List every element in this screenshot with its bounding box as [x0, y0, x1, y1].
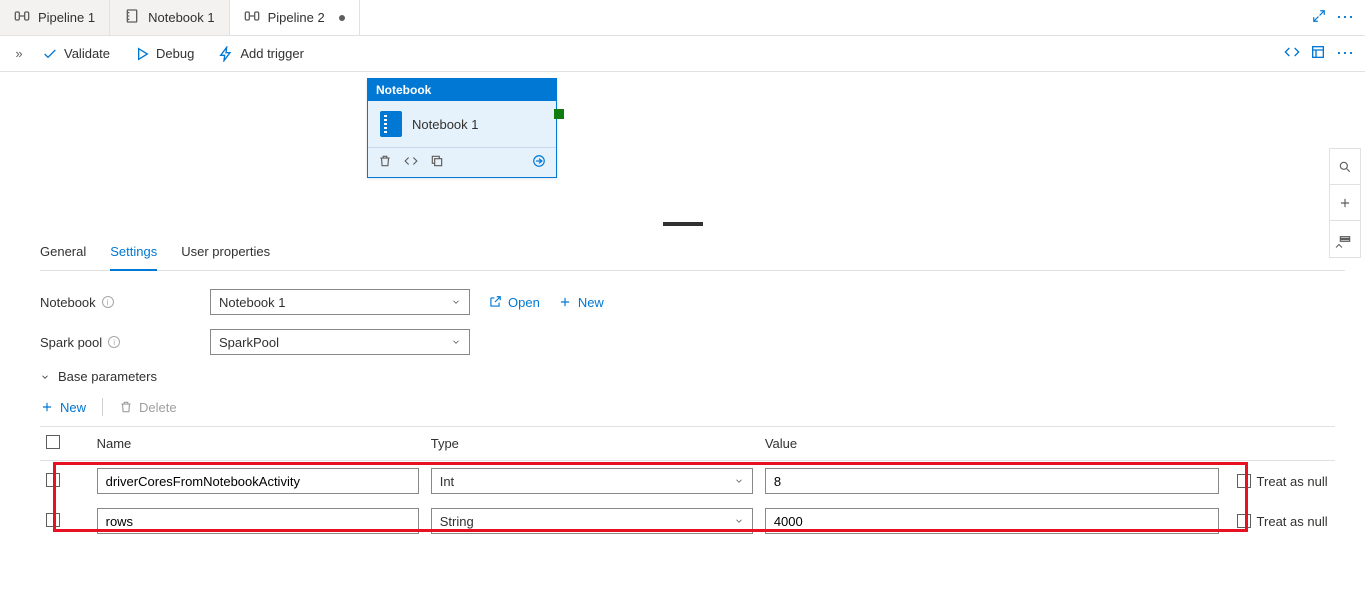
- validate-label: Validate: [64, 46, 110, 61]
- add-trigger-label: Add trigger: [240, 46, 304, 61]
- info-icon[interactable]: i: [102, 296, 114, 308]
- row-checkbox[interactable]: [46, 473, 60, 487]
- tab-label: Notebook 1: [148, 10, 215, 25]
- tabs-more-menu[interactable]: ⋯: [1336, 7, 1355, 28]
- collapse-panel-icon[interactable]: [1333, 240, 1345, 255]
- collapse-activities-icon[interactable]: »: [10, 46, 28, 61]
- activity-code-icon[interactable]: [404, 154, 418, 171]
- base-parameters-label: Base parameters: [58, 369, 157, 384]
- toolbar-more-menu[interactable]: ⋯: [1336, 43, 1355, 64]
- pipeline-icon: [14, 8, 30, 27]
- param-row: Int Treat as null: [40, 461, 1335, 502]
- zoom-in-icon[interactable]: [1330, 185, 1360, 221]
- col-name: Name: [91, 427, 425, 461]
- editor-tabs-bar: Pipeline 1 Notebook 1 Pipeline 2 ⋯: [0, 0, 1365, 36]
- tab-pipeline-1[interactable]: Pipeline 1: [0, 0, 110, 35]
- info-icon[interactable]: i: [108, 336, 120, 348]
- debug-button[interactable]: Debug: [124, 42, 204, 66]
- new-param-button[interactable]: New: [40, 400, 86, 415]
- row-checkbox[interactable]: [46, 513, 60, 527]
- pipeline-toolbar: » Validate Debug Add trigger ⋯: [0, 36, 1365, 72]
- params-table: Name Type Value Int Treat as null String…: [40, 426, 1335, 541]
- expand-icon[interactable]: [1312, 9, 1326, 26]
- param-value-input[interactable]: [765, 468, 1219, 494]
- properties-panel: General Settings User properties Noteboo…: [0, 226, 1365, 561]
- treat-as-null-checkbox[interactable]: [1237, 514, 1251, 528]
- delete-param-button: Delete: [119, 400, 177, 415]
- search-canvas-icon[interactable]: [1330, 149, 1360, 185]
- sparkpool-label: Spark pool: [40, 335, 102, 350]
- param-row: String Treat as null: [40, 501, 1335, 541]
- treat-as-null-checkbox[interactable]: [1237, 474, 1251, 488]
- param-type-select[interactable]: String: [431, 508, 753, 534]
- delete-param-label: Delete: [139, 400, 177, 415]
- toolbar-divider: [102, 398, 103, 416]
- tab-notebook-1[interactable]: Notebook 1: [110, 0, 230, 35]
- notebook-icon: [124, 8, 140, 27]
- open-notebook-button[interactable]: Open: [488, 295, 540, 310]
- tab-pipeline-2[interactable]: Pipeline 2: [230, 0, 360, 35]
- tab-general[interactable]: General: [40, 236, 86, 270]
- notebook-label: Notebook: [40, 295, 96, 310]
- copy-activity-icon[interactable]: [430, 154, 444, 171]
- param-name-input[interactable]: [97, 508, 419, 534]
- notebook-activity[interactable]: Notebook Notebook 1: [367, 78, 557, 178]
- pipeline-icon: [244, 8, 260, 27]
- activity-title: Notebook 1: [412, 117, 479, 132]
- treat-as-null-label: Treat as null: [1257, 474, 1328, 489]
- new-notebook-button[interactable]: New: [558, 295, 604, 310]
- debug-label: Debug: [156, 46, 194, 61]
- treat-as-null-label: Treat as null: [1257, 514, 1328, 529]
- sparkpool-select[interactable]: SparkPool: [210, 329, 470, 355]
- tab-user-properties[interactable]: User properties: [181, 236, 270, 270]
- activity-success-connector[interactable]: [554, 109, 564, 119]
- param-value-input[interactable]: [765, 508, 1219, 534]
- tab-label: Pipeline 2: [268, 10, 325, 25]
- sparkpool-selected-value: SparkPool: [219, 335, 279, 350]
- properties-tabs: General Settings User properties: [40, 236, 1345, 271]
- notebook-selected-value: Notebook 1: [219, 295, 286, 310]
- tab-dirty-indicator: [339, 15, 345, 21]
- col-value: Value: [759, 427, 1225, 461]
- new-param-label: New: [60, 400, 86, 415]
- add-trigger-button[interactable]: Add trigger: [208, 42, 314, 66]
- activity-type-label: Notebook: [368, 79, 556, 101]
- delete-activity-icon[interactable]: [378, 154, 392, 171]
- run-activity-icon[interactable]: [532, 154, 546, 171]
- param-name-input[interactable]: [97, 468, 419, 494]
- notebook-icon: [380, 111, 402, 137]
- pipeline-canvas[interactable]: Notebook Notebook 1: [0, 72, 1365, 222]
- tab-label: Pipeline 1: [38, 10, 95, 25]
- tab-settings[interactable]: Settings: [110, 236, 157, 271]
- new-label: New: [578, 295, 604, 310]
- open-label: Open: [508, 295, 540, 310]
- code-view-icon[interactable]: [1284, 44, 1300, 63]
- properties-icon[interactable]: [1310, 44, 1326, 63]
- notebook-select[interactable]: Notebook 1: [210, 289, 470, 315]
- param-type-select[interactable]: Int: [431, 468, 753, 494]
- col-type: Type: [425, 427, 759, 461]
- select-all-checkbox[interactable]: [46, 435, 60, 449]
- base-parameters-toggle[interactable]: Base parameters: [40, 369, 1345, 384]
- validate-button[interactable]: Validate: [32, 42, 120, 66]
